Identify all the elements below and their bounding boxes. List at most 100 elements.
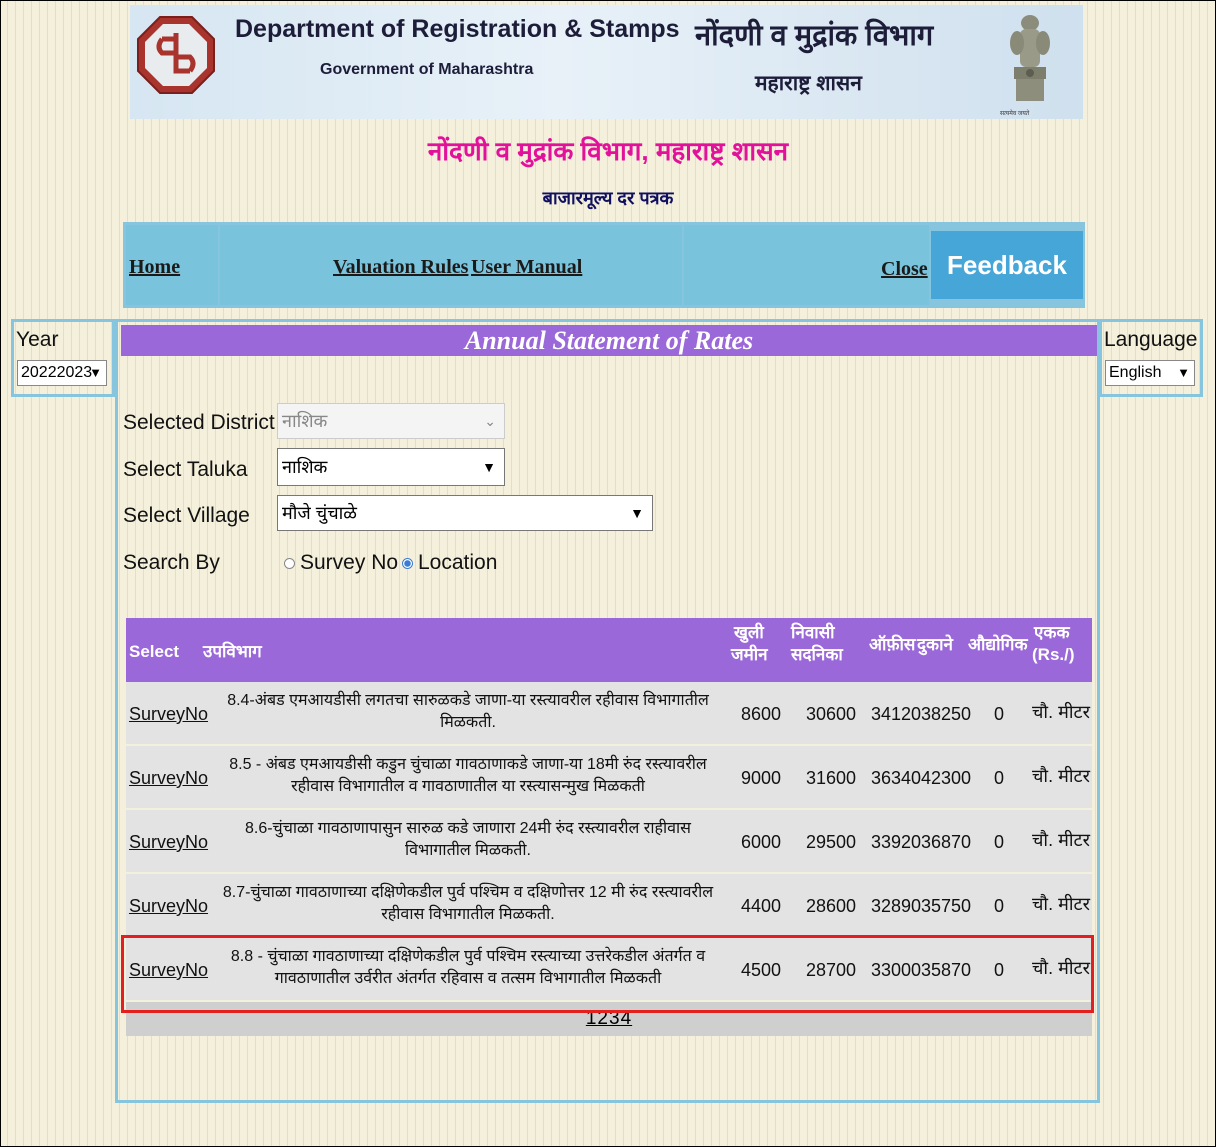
state-emblem-icon: [1010, 15, 1050, 101]
cell-shops: 36870: [921, 832, 972, 852]
th-open-land-2: जमीन: [731, 645, 768, 664]
feedback-button[interactable]: Feedback: [931, 231, 1083, 299]
cell-industrial: 0: [994, 704, 1005, 724]
survey-no-link[interactable]: SurveyNo: [129, 768, 208, 789]
rates-table: Select उपविभाग खुली जमीन निवासी सदनिका ऑ…: [126, 618, 1092, 1036]
row-description: 8.6-चुंचाळा गावठाणापासुन सारुळ कडे जाणार…: [244, 820, 691, 859]
village-select[interactable]: मौजे चुंचाळे ▼: [277, 495, 653, 531]
valuation-rules-link[interactable]: Valuation Rules: [333, 256, 468, 279]
district-select: नाशिक ⌄: [277, 403, 505, 439]
survey-no-link[interactable]: SurveyNo: [129, 960, 208, 981]
cell-shops: 35750: [921, 896, 972, 916]
cell-open-land: 4400: [741, 896, 782, 916]
th-industrial: औद्योगिक: [968, 635, 1028, 654]
department-title-english: Department of Registration & Stamps: [235, 15, 680, 43]
survey-no-link[interactable]: SurveyNo: [129, 704, 208, 725]
cell-unit: चौ. मीटर: [1032, 958, 1090, 978]
th-unit-1: एकक: [1034, 623, 1070, 642]
cell-open-land: 9000: [741, 768, 782, 788]
nav-bar: Home Valuation Rules User Manual Close F…: [123, 222, 1085, 308]
th-residential-1: निवासी: [791, 623, 835, 642]
taluka-label: Select Taluka: [123, 458, 248, 481]
taluka-select[interactable]: नाशिक ▼: [277, 448, 505, 486]
th-residential-2: सदनिका: [791, 645, 843, 664]
department-logo-icon: [137, 16, 215, 94]
survey-no-link[interactable]: SurveyNo: [129, 832, 208, 853]
cell-shops: 42300: [921, 768, 972, 788]
taluka-select-value: नाशिक: [282, 457, 328, 477]
row-description: 8.7-चुंचाळा गावठाणाच्या दक्षिणेकडील पुर्…: [222, 884, 714, 923]
table-row: SurveyNo 8.7-चुंचाळा गावठाणाच्या दक्षिणे…: [126, 874, 1092, 938]
row-description: 8.4-अंबड एमआयडीसी लगतचा सारुळकडे जाणा-या…: [227, 692, 709, 731]
survey-no-link[interactable]: SurveyNo: [129, 896, 208, 917]
language-select[interactable]: English ▼: [1105, 360, 1195, 386]
cell-office: 33920: [871, 832, 922, 852]
year-panel: Year 20222023 ▼: [11, 319, 115, 397]
cell-unit: चौ. मीटर: [1032, 766, 1090, 786]
pagination: 1234: [126, 1002, 1092, 1036]
cell-office: 32890: [871, 896, 922, 916]
search-by-label: Search By: [123, 551, 220, 574]
cell-shops: 35870: [921, 960, 972, 980]
year-select[interactable]: 20222023 ▼: [17, 360, 107, 386]
cell-residential: 28600: [806, 896, 857, 916]
cell-office: 33000: [871, 960, 922, 980]
search-by-survey-radio[interactable]: Survey No: [284, 551, 398, 575]
table-row: SurveyNo 8.4-अंबड एमआयडीसी लगतचा सारुळकड…: [126, 682, 1092, 746]
emblem-caption: सत्यमेव जयते: [1000, 111, 1030, 117]
rates-panel: Annual Statement of Rates Selected Distr…: [115, 319, 1100, 1103]
page-subtitle: नोंदणी व मुद्रांक विभाग, महाराष्ट्र शासन: [427, 136, 789, 166]
close-link[interactable]: Close: [881, 258, 928, 281]
cell-residential: 31600: [806, 768, 857, 788]
row-description: 8.5 - अंबड एमआयडीसी कडुन चुंचाळा गावठाणा…: [229, 756, 707, 795]
home-link[interactable]: Home: [129, 256, 180, 279]
cell-unit: चौ. मीटर: [1032, 702, 1090, 722]
cell-office: 34120: [871, 704, 922, 724]
search-by-survey-label: Survey No: [300, 551, 399, 574]
table-row: SurveyNo 8.8 - चुंचाळा गावठाणाच्या दक्षि…: [126, 938, 1092, 1002]
cell-unit: चौ. मीटर: [1032, 830, 1090, 850]
village-label: Select Village: [123, 504, 250, 527]
header-banner: Department of Registration & Stamps Gove…: [130, 5, 1083, 119]
year-select-value: 20222023: [21, 364, 93, 381]
row-description: 8.8 - चुंचाळा गावठाणाच्या दक्षिणेकडील पु…: [230, 948, 706, 987]
cell-unit: चौ. मीटर: [1032, 894, 1090, 914]
th-select: Select: [129, 642, 180, 661]
page-link-2[interactable]: 2: [597, 1008, 609, 1029]
page-link-4[interactable]: 4: [621, 1008, 633, 1029]
th-unit-2: (Rs./): [1032, 645, 1075, 664]
table-row: SurveyNo 8.6-चुंचाळा गावठाणापासुन सारुळ …: [126, 810, 1092, 874]
table-row: SurveyNo 8.5 - अंबड एमआयडीसी कडुन चुंचाळ…: [126, 746, 1092, 810]
chevron-down-icon: ▼: [89, 365, 102, 380]
th-open-land-1: खुली: [734, 623, 764, 642]
government-title-english: Government of Maharashtra: [320, 61, 534, 78]
radio-survey-icon: [284, 557, 295, 569]
nav-cell-links: Valuation Rules User Manual: [220, 225, 682, 305]
th-shops: दुकाने: [917, 635, 953, 654]
cell-residential: 28700: [806, 960, 857, 980]
cell-office: 36340: [871, 768, 922, 788]
page-link-1[interactable]: 1: [586, 1008, 598, 1029]
radio-location-icon: [402, 557, 413, 569]
cell-open-land: 8600: [741, 704, 782, 724]
nav-cell-close: Close: [684, 225, 929, 305]
cell-industrial: 0: [994, 896, 1005, 916]
cell-industrial: 0: [994, 832, 1005, 852]
page-link-3[interactable]: 3: [609, 1008, 621, 1029]
year-label: Year: [16, 328, 59, 351]
department-title-marathi: नोंदणी व मुद्रांक विभाग: [695, 20, 934, 52]
panel-title: Annual Statement of Rates: [121, 325, 1097, 356]
table-header: Select उपविभाग खुली जमीन निवासी सदनिका ऑ…: [126, 618, 1092, 682]
district-select-value: नाशिक: [282, 411, 328, 431]
search-by-location-radio[interactable]: Location: [402, 551, 497, 575]
cell-shops: 38250: [921, 704, 972, 724]
language-panel: Language English ▼: [1099, 319, 1203, 397]
language-label: Language: [1104, 328, 1198, 351]
chevron-down-icon: ▼: [630, 505, 644, 521]
government-title-marathi: महाराष्ट्र शासन: [755, 72, 862, 95]
page-heading: बाजारमूल्य दर पत्रक: [542, 188, 674, 208]
user-manual-link[interactable]: User Manual: [471, 256, 582, 279]
chevron-down-icon: ▼: [1177, 365, 1190, 380]
district-label: Selected District: [123, 411, 275, 434]
chevron-down-icon: ▼: [482, 459, 496, 475]
